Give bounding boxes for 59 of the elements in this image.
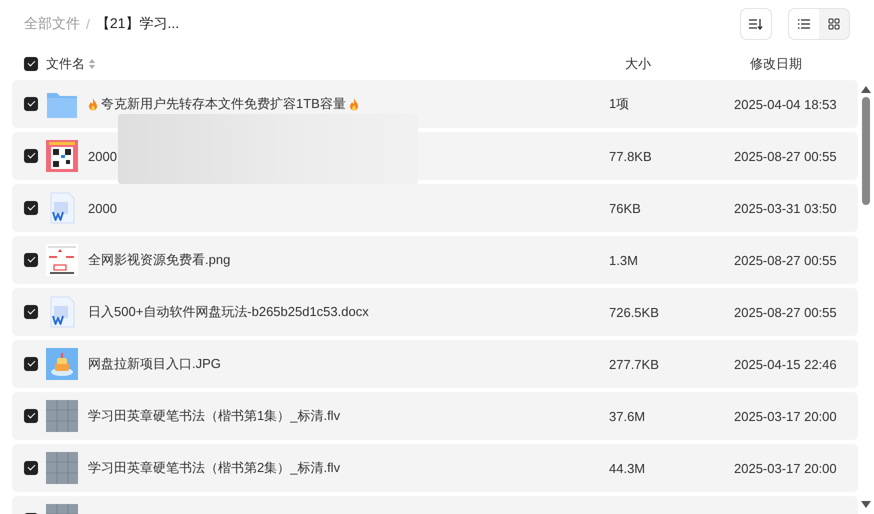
file-name: 2000 (88, 200, 117, 216)
file-name: 学习田英章硬笔书法（楷书第2集）_标清.flv (88, 459, 340, 477)
file-row[interactable]: 日入500+自动软件网盘玩法-b265b25d1c53.docx 726.5KB 2025-08-27 00:55 (12, 288, 858, 336)
file-size: 277.7KB (609, 356, 660, 372)
file-size: 37.6M (609, 408, 646, 424)
qr-code-thumbnail (46, 140, 78, 172)
column-header[interactable]: 文件名 (46, 55, 85, 73)
file-size: 1项 (609, 95, 630, 113)
modified-date: 2025-08-27 00:55 (734, 252, 838, 268)
file-row[interactable]: 网盘拉新项目入口.JPG 277.7KB 2025-04-15 22:46 (12, 340, 858, 388)
grid-icon (828, 18, 840, 30)
checkbox[interactable] (24, 201, 38, 215)
list-icon (798, 19, 810, 29)
checkbox[interactable] (24, 57, 38, 71)
file-name: 网盘拉新项目入口.JPG (88, 355, 221, 373)
modified-date: 2025-04-15 22:46 (734, 356, 838, 372)
flame-icon (88, 98, 98, 110)
file-row[interactable]: 全网影视资源免费看.png 1.3M 2025-08-27 00:55 (12, 236, 858, 284)
modified-date: 2025-03-17 20:00 (734, 408, 838, 424)
checkbox[interactable] (24, 357, 38, 371)
file-name: 全网影视资源免费看.png (88, 251, 230, 269)
column-header[interactable]: 修改日期 (750, 55, 862, 73)
column-header[interactable]: 大小 (625, 55, 750, 73)
scroll-down-icon[interactable] (861, 501, 871, 508)
checkbox[interactable] (24, 253, 38, 267)
modified-date: 2025-08-27 00:55 (734, 148, 838, 164)
file-row[interactable]: 学习田英章硬笔书法（楷书第2集）_标清.flv 44.3M 2025-03-17 20:00 (12, 444, 858, 492)
cake-illustration-thumbnail (46, 348, 78, 380)
modified-date: 2025-03-31 03:50 (734, 200, 838, 216)
file-name: 2000 (88, 148, 117, 164)
modified-date: 2025-03-17 20:00 (734, 460, 838, 476)
modified-date: 2025-04-04 18:53 (734, 96, 838, 112)
sort-button[interactable] (740, 8, 772, 40)
checkbox[interactable] (24, 97, 38, 111)
file-row[interactable]: 2000 76KB 2025-03-31 03:50 (12, 184, 858, 232)
modified-date: 2025-08-27 00:55 (734, 304, 838, 320)
file-name: 日入500+自动软件网盘玩法-b265b25d1c53.docx (88, 303, 369, 321)
poster-thumbnail (46, 244, 78, 276)
file-size: 77.8KB (609, 148, 653, 164)
checkbox[interactable] (24, 409, 38, 423)
file-size: 1.3M (609, 252, 639, 268)
checkbox[interactable] (24, 149, 38, 163)
file-size: 726.5KB (609, 304, 660, 320)
file-size: 76KB (609, 200, 642, 216)
video-thumbnail (46, 452, 78, 484)
video-thumbnail (46, 400, 78, 432)
sort-icon (749, 18, 763, 30)
file-size: 44.3M (609, 460, 646, 476)
checkbox[interactable] (24, 461, 38, 475)
breadcrumb-separator: / (86, 16, 90, 32)
file-row[interactable]: 学习田英章硬笔书法（楷书第1集）_标清.flv 37.6M 2025-03-17 20:00 (12, 392, 858, 440)
file-name: 学习田英章硬笔书法（楷书第1集）_标清.flv (88, 407, 340, 425)
scrollbar-thumb[interactable] (862, 97, 870, 205)
breadcrumb-item[interactable]: 【21】学习... (96, 15, 180, 33)
flame-icon (348, 98, 359, 110)
list-view-button[interactable] (789, 9, 819, 39)
scroll-up-icon[interactable] (861, 86, 871, 93)
checkbox[interactable] (24, 305, 38, 319)
file-name: 夸克新用户先转存本文件免费扩容1TB容量 (101, 95, 346, 113)
